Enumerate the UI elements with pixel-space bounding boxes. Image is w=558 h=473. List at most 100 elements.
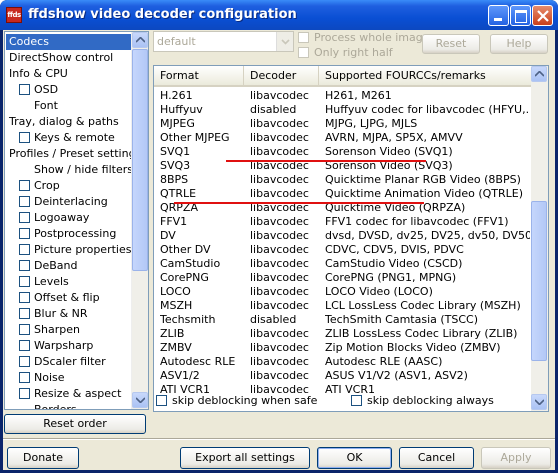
table-row[interactable]: ZLIB libavcodec ZLIB LossLess Codec Librar… [154,327,532,341]
table-row[interactable]: MSZH libavcodec LCL LossLess Codec Library… [154,299,532,313]
preset-select[interactable]: default [153,31,294,52]
table-row[interactable]: LOCO libavcodec LOCO Video (LOCO) [154,285,532,299]
remarks-cell: FFV1 codec for libavcodec (FFV1) [325,215,509,228]
tree-item[interactable]: Tray, dialog & paths [6,114,132,130]
filter-checkbox[interactable] [19,372,30,383]
tree-item[interactable]: Logoaway [6,210,132,226]
table-row[interactable]: MJPEG libavcodec MJPG, LJPG, MJLS [154,117,532,131]
filter-checkbox[interactable] [19,276,30,287]
remarks-cell: MJPG, LJPG, MJLS [325,117,418,130]
scroll-down-arrow[interactable] [132,392,148,408]
table-row[interactable]: Huffyuv disabled Huffyuv codec for libavco… [154,103,532,117]
list-scroll-thumb[interactable] [531,201,547,361]
decoder-cell: libavcodec [250,299,309,312]
tree-item[interactable]: Resize & aspect [6,386,132,402]
tree-item-label: Info & CPU [9,67,68,80]
filter-checkbox[interactable] [19,196,30,207]
table-row[interactable]: Techsmith disabled TechSmith Camtasia (TSC… [154,313,532,327]
settings-tree[interactable]: Codecs DirectShow control Info & CPU OSD Fon… [4,31,149,410]
list-scrollbar[interactable] [531,66,548,411]
table-row[interactable]: CamStudio libavcodec CamStudio Video (CSCD… [154,257,532,271]
filter-checkbox[interactable] [19,292,30,303]
filter-checkbox[interactable] [19,324,30,335]
table-row[interactable]: H.261 libavcodec H261, M261 [154,89,532,103]
reset-order-button[interactable]: Reset order [4,414,146,434]
column-header-format[interactable]: Format [154,66,244,85]
tree-item[interactable]: Offset & flip [6,290,132,306]
filter-checkbox[interactable] [19,356,30,367]
table-row[interactable]: Autodesc RLE libavcodec Autodesc RLE (AASC… [154,355,532,369]
preset-dropdown-arrow[interactable] [276,32,293,51]
table-row[interactable]: 8BPS libavcodec Quicktime Planar RGB Video… [154,173,532,187]
table-row[interactable]: ASV1/2 libavcodec ASUS V1/V2 (ASV1, ASV2) [154,369,532,383]
remarks-cell: dvsd, DVSD, dv25, DV25, dv50, DV50 [325,229,530,242]
column-header-remarks[interactable]: Supported FOURCCs/remarks [319,66,532,85]
table-row[interactable]: FFV1 libavcodec FFV1 codec for libavcodec … [154,215,532,229]
filter-checkbox[interactable] [19,244,30,255]
donate-button[interactable]: Donate [7,447,79,469]
scroll-up-arrow[interactable] [531,66,547,82]
reset-button[interactable]: Reset [422,34,480,54]
table-row[interactable]: QTRLE libavcodec Quicktime Animation Video… [154,187,532,201]
table-row[interactable]: SVQ1 libavcodec Sorenson Video (SVQ1) [154,145,532,159]
skip-deblock-always-checkbox[interactable]: skip deblocking always [351,394,494,407]
tree-item[interactable]: Picture properties [6,242,132,258]
filter-checkbox[interactable] [19,260,30,271]
minimize-button[interactable] [488,5,509,26]
filter-checkbox[interactable] [19,132,30,143]
tree-item[interactable]: Levels [6,274,132,290]
title-bar[interactable]: ffds ffdshow video decoder configuration [0,0,558,30]
cancel-button[interactable]: Cancel [399,447,474,469]
tree-item[interactable]: Sharpen [6,322,132,338]
tree-scroll-thumb[interactable] [132,49,148,271]
process-whole-image-checkbox[interactable]: Process whole image [298,31,430,44]
tree-item[interactable]: DeBand [6,258,132,274]
tree-item[interactable]: Deinterlacing [6,194,132,210]
maximize-button[interactable] [510,5,531,26]
scroll-up-arrow[interactable] [132,32,148,48]
tree-item[interactable]: DirectShow control [6,50,132,66]
tree-item[interactable]: Blur & NR [6,306,132,322]
remarks-cell: CamStudio Video (CSCD) [325,257,463,270]
scroll-down-arrow[interactable] [531,394,547,410]
tree-item[interactable]: Warpsharp [6,338,132,354]
codec-list[interactable]: Format Decoder Supported FOURCCs/remarks… [153,65,549,412]
tree-item[interactable]: Codecs [6,34,131,50]
table-row[interactable]: ZMBV libavcodec Zip Motion Blocks Video (Z… [154,341,532,355]
tree-item[interactable]: Font [6,98,132,114]
tree-item-label: DirectShow control [9,51,114,64]
filter-checkbox[interactable] [19,388,30,399]
skip-deblock-safe-checkbox[interactable]: skip deblocking when safe [156,394,317,407]
tree-item[interactable]: Show / hide filters [6,162,133,178]
tree-item[interactable]: Profiles / Preset settings [6,146,141,162]
filter-checkbox[interactable] [19,212,30,223]
tree-item[interactable]: Keys & remote [6,130,132,146]
tree-item[interactable]: Crop [6,178,132,194]
apply-button[interactable]: Apply [481,447,551,469]
app-icon[interactable]: ffds [6,7,22,23]
filter-checkbox[interactable] [19,84,30,95]
tree-item[interactable]: Info & CPU [6,66,132,82]
tree-item[interactable]: Postprocessing [6,226,132,242]
close-button[interactable] [532,5,553,26]
table-row[interactable]: Other MJPEG libavcodec AVRN, MJPA, SP5X, A… [154,131,532,145]
format-cell: Other MJPEG [160,131,230,144]
filter-checkbox[interactable] [19,180,30,191]
tree-item[interactable]: Noise [6,370,132,386]
checkbox-box [156,395,167,406]
table-row[interactable]: CorePNG libavcodec CorePNG (PNG1, MPNG) [154,271,532,285]
column-header-decoder[interactable]: Decoder [244,66,319,85]
tree-scrollbar[interactable] [131,32,148,409]
table-row[interactable]: DV libavcodec dvsd, DVSD, dv25, DV25, dv50… [154,229,532,243]
table-row[interactable]: Other DV libavcodec CDVC, CDV5, DVIS, PDVC [154,243,532,257]
tree-item[interactable]: Borders [6,402,132,409]
ok-button[interactable]: OK [317,447,392,469]
export-settings-button[interactable]: Export all settings [180,447,310,469]
filter-checkbox[interactable] [19,308,30,319]
only-right-half-checkbox[interactable]: Only right half [298,46,393,59]
filter-checkbox[interactable] [19,228,30,239]
help-button[interactable]: Help [490,34,548,54]
filter-checkbox[interactable] [19,340,30,351]
tree-item[interactable]: OSD [6,82,132,98]
tree-item[interactable]: DScaler filter [6,354,132,370]
